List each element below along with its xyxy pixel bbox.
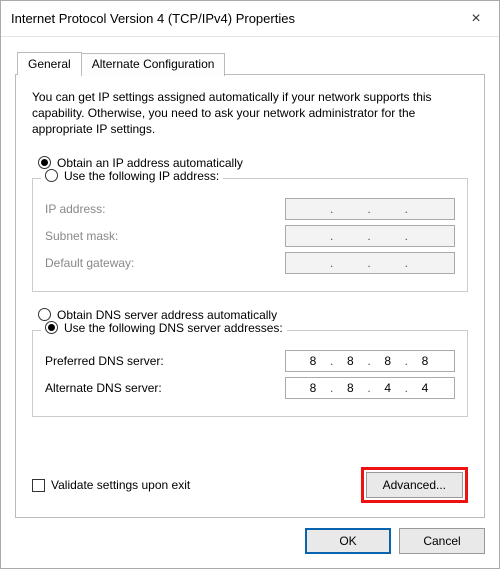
- ip-manual-label: Use the following IP address:: [64, 169, 219, 183]
- default-gateway-label: Default gateway:: [45, 256, 285, 270]
- oct: 8: [302, 381, 326, 395]
- oct: 4: [377, 381, 401, 395]
- dialog-buttons: OK Cancel: [15, 518, 485, 554]
- ip-address-row: IP address: ...: [45, 198, 455, 220]
- tabstrip: General Alternate Configuration: [17, 51, 485, 74]
- tab-general-label: General: [28, 57, 71, 71]
- oct: 8: [302, 354, 326, 368]
- tab-alternate-label: Alternate Configuration: [92, 57, 215, 71]
- ok-button-label: OK: [339, 534, 356, 548]
- titlebar: Internet Protocol Version 4 (TCP/IPv4) P…: [1, 1, 499, 37]
- radio-icon: [45, 169, 58, 182]
- cancel-button[interactable]: Cancel: [399, 528, 485, 554]
- validate-label: Validate settings upon exit: [51, 478, 190, 492]
- checkbox-icon: [32, 479, 45, 492]
- intro-text: You can get IP settings assigned automat…: [32, 89, 468, 138]
- tabpanel-general: You can get IP settings assigned automat…: [15, 74, 485, 518]
- default-gateway-row: Default gateway: ...: [45, 252, 455, 274]
- dns-manual-label: Use the following DNS server addresses:: [64, 321, 283, 335]
- oct: 8: [377, 354, 401, 368]
- validate-check-row[interactable]: Validate settings upon exit: [32, 478, 190, 492]
- cancel-button-label: Cancel: [423, 534, 460, 548]
- subnet-mask-input: ...: [285, 225, 455, 247]
- oct: 8: [414, 354, 438, 368]
- advanced-button-label: Advanced...: [383, 478, 446, 492]
- ip-address-label: IP address:: [45, 202, 285, 216]
- preferred-dns-row: Preferred DNS server: 8. 8. 8. 8: [45, 350, 455, 372]
- oct: 8: [339, 381, 363, 395]
- advanced-highlight: Advanced...: [361, 467, 468, 503]
- tab-alternate[interactable]: Alternate Configuration: [81, 53, 226, 76]
- radio-icon: [45, 321, 58, 334]
- alternate-dns-input[interactable]: 8. 8. 4. 4: [285, 377, 455, 399]
- oct: 4: [414, 381, 438, 395]
- close-icon[interactable]: ×: [453, 1, 499, 37]
- alternate-dns-row: Alternate DNS server: 8. 8. 4. 4: [45, 377, 455, 399]
- radio-icon: [38, 156, 51, 169]
- oct: 8: [339, 354, 363, 368]
- radio-icon: [38, 308, 51, 321]
- ip-group: Use the following IP address: IP address…: [32, 178, 468, 292]
- bottom-row: Validate settings upon exit Advanced...: [32, 467, 468, 503]
- dns-manual-radio-row[interactable]: Use the following DNS server addresses:: [41, 321, 287, 335]
- ip-auto-label: Obtain an IP address automatically: [57, 156, 243, 170]
- ipv4-properties-dialog: Internet Protocol Version 4 (TCP/IPv4) P…: [0, 0, 500, 569]
- advanced-button[interactable]: Advanced...: [366, 472, 463, 498]
- window-title: Internet Protocol Version 4 (TCP/IPv4) P…: [1, 11, 453, 26]
- alternate-dns-label: Alternate DNS server:: [45, 381, 285, 395]
- tab-general[interactable]: General: [17, 52, 82, 75]
- ip-address-input: ...: [285, 198, 455, 220]
- ok-button[interactable]: OK: [305, 528, 391, 554]
- dns-group: Use the following DNS server addresses: …: [32, 330, 468, 417]
- tabs-container: General Alternate Configuration You can …: [15, 51, 485, 518]
- default-gateway-input: ...: [285, 252, 455, 274]
- preferred-dns-input[interactable]: 8. 8. 8. 8: [285, 350, 455, 372]
- ip-auto-radio-row[interactable]: Obtain an IP address automatically: [38, 156, 468, 170]
- dns-auto-label: Obtain DNS server address automatically: [57, 308, 277, 322]
- client-area: General Alternate Configuration You can …: [1, 37, 499, 568]
- preferred-dns-label: Preferred DNS server:: [45, 354, 285, 368]
- ip-manual-radio-row[interactable]: Use the following IP address:: [41, 169, 223, 183]
- dns-auto-radio-row[interactable]: Obtain DNS server address automatically: [38, 308, 468, 322]
- subnet-mask-label: Subnet mask:: [45, 229, 285, 243]
- subnet-mask-row: Subnet mask: ...: [45, 225, 455, 247]
